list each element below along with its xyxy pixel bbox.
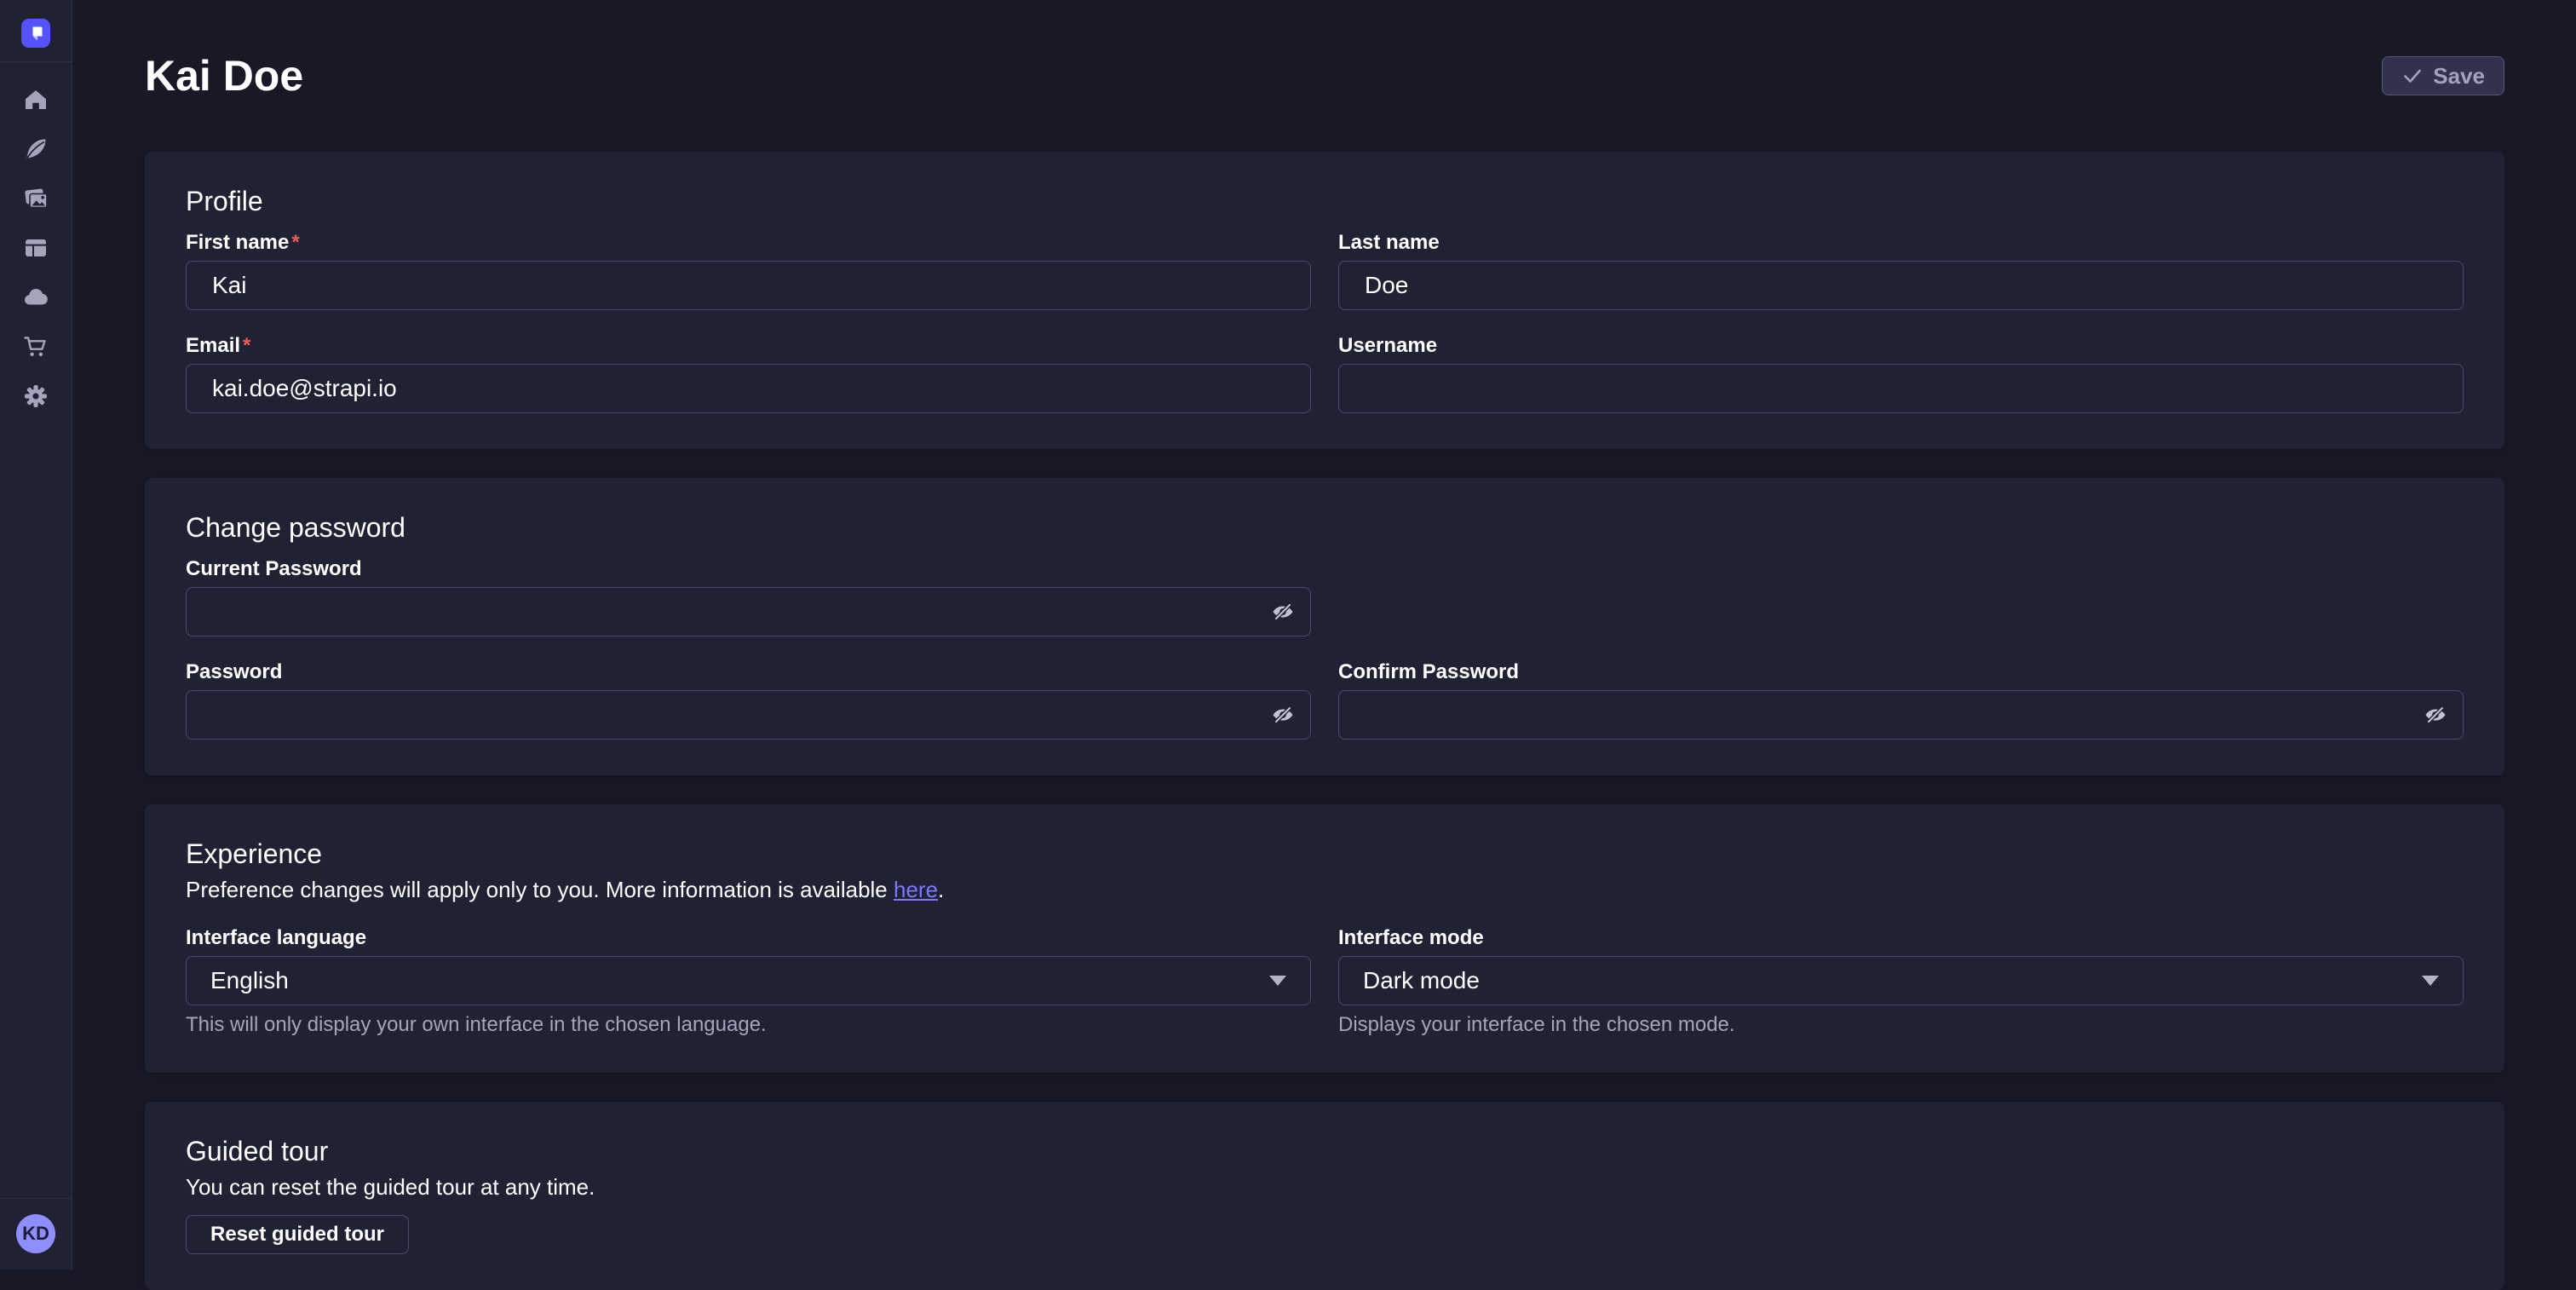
- experience-card: Experience Preference changes will apply…: [145, 804, 2504, 1073]
- sidebar-item-settings[interactable]: [22, 383, 49, 410]
- sidebar-item-cloud[interactable]: [22, 284, 49, 311]
- chevron-down-icon: [2422, 976, 2439, 986]
- email-field: Email*: [186, 334, 1311, 413]
- avatar[interactable]: KD: [16, 1214, 55, 1253]
- sidebar-item-home[interactable]: [22, 86, 49, 113]
- username-label: Username: [1338, 334, 2464, 358]
- last-name-label: Last name: [1338, 231, 2464, 255]
- interface-mode-hint: Displays your interface in the chosen mo…: [1338, 1013, 2464, 1037]
- last-name-input[interactable]: [1338, 261, 2464, 310]
- eye-off-icon: [1270, 702, 1296, 728]
- change-password-title: Change password: [186, 512, 2464, 544]
- first-name-input[interactable]: [186, 261, 1311, 310]
- confirm-password-label: Confirm Password: [1338, 660, 2464, 684]
- eye-off-icon: [2423, 702, 2448, 728]
- check-icon: [2401, 65, 2424, 87]
- save-button-label: Save: [2433, 63, 2485, 89]
- strapi-logo-icon: [28, 26, 43, 41]
- marketplace-cart-icon: [23, 334, 49, 360]
- current-password-label: Current Password: [186, 557, 1311, 581]
- main-content: Kai Doe Save Profile First name* Las: [72, 0, 2576, 1270]
- content-feather-icon: [23, 136, 49, 162]
- profile-card-title: Profile: [186, 186, 2464, 217]
- experience-title: Experience: [186, 838, 2464, 870]
- sidebar-nav: [22, 86, 49, 410]
- guided-tour-card: Guided tour You can reset the guided tou…: [145, 1102, 2504, 1290]
- experience-grid: Interface language English This will onl…: [186, 926, 2464, 1037]
- email-label: Email*: [186, 334, 1311, 358]
- content-type-builder-icon: [23, 235, 49, 261]
- avatar-initials: KD: [22, 1223, 49, 1245]
- more-information-link[interactable]: here: [894, 877, 938, 902]
- app-root: KD Kai Doe Save Profile First name*: [0, 0, 2576, 1270]
- toggle-current-password-visibility[interactable]: [1267, 596, 1299, 628]
- new-password-label: Password: [186, 660, 1311, 684]
- last-name-field: Last name: [1338, 231, 2464, 310]
- guided-tour-description: You can reset the guided tour at any tim…: [186, 1174, 2464, 1200]
- sidebar: KD: [0, 0, 72, 1270]
- current-password-field: Current Password: [186, 557, 1311, 636]
- eye-off-icon: [1270, 599, 1296, 625]
- profile-card: Profile First name* Last name Email*: [145, 152, 2504, 449]
- username-field: Username: [1338, 334, 2464, 413]
- sidebar-divider-top: [0, 61, 72, 62]
- current-password-input[interactable]: [186, 587, 1311, 636]
- page-title: Kai Doe: [145, 51, 303, 101]
- sidebar-item-content-manager[interactable]: [22, 135, 49, 163]
- email-input[interactable]: [186, 364, 1311, 413]
- confirm-password-input[interactable]: [1338, 690, 2464, 740]
- first-name-field: First name*: [186, 231, 1311, 310]
- content-area: Profile First name* Last name Email*: [145, 152, 2504, 1290]
- interface-mode-label: Interface mode: [1338, 926, 2464, 950]
- profile-grid: First name* Last name Email* Username: [186, 231, 2464, 413]
- first-name-label: First name*: [186, 231, 1311, 255]
- change-password-card: Change password Current Password: [145, 478, 2504, 775]
- guided-tour-title: Guided tour: [186, 1136, 2464, 1167]
- required-asterisk: *: [291, 231, 299, 254]
- save-button[interactable]: Save: [2382, 56, 2504, 95]
- sidebar-item-marketplace[interactable]: [22, 333, 49, 360]
- interface-language-label: Interface language: [186, 926, 1311, 950]
- home-icon: [23, 87, 49, 112]
- interface-language-hint: This will only display your own interfac…: [186, 1013, 1311, 1037]
- sidebar-item-media-library[interactable]: [22, 185, 49, 212]
- username-input[interactable]: [1338, 364, 2464, 413]
- interface-mode-select[interactable]: Dark mode: [1338, 956, 2464, 1005]
- media-library-icon: [23, 186, 49, 211]
- required-asterisk: *: [243, 334, 250, 357]
- cloud-icon: [23, 285, 49, 310]
- empty-cell: [1338, 557, 2464, 636]
- sidebar-bottom: KD: [0, 1198, 72, 1270]
- toggle-confirm-password-visibility[interactable]: [2419, 699, 2452, 731]
- reset-guided-tour-button[interactable]: Reset guided tour: [186, 1215, 409, 1254]
- page-header: Kai Doe Save: [72, 0, 2576, 101]
- chevron-down-icon: [1269, 976, 1286, 986]
- strapi-logo[interactable]: [21, 19, 50, 48]
- toggle-new-password-visibility[interactable]: [1267, 699, 1299, 731]
- interface-language-value: English: [210, 967, 289, 994]
- password-grid: Current Password: [186, 557, 2464, 740]
- confirm-password-field: Confirm Password: [1338, 660, 2464, 740]
- sidebar-divider-bottom: [0, 1198, 72, 1199]
- new-password-field: Password: [186, 660, 1311, 740]
- interface-mode-field: Interface mode Dark mode Displays your i…: [1338, 926, 2464, 1037]
- new-password-input[interactable]: [186, 690, 1311, 740]
- settings-gear-icon: [23, 383, 49, 409]
- sidebar-item-content-type-builder[interactable]: [22, 234, 49, 262]
- interface-language-field: Interface language English This will onl…: [186, 926, 1311, 1037]
- experience-description: Preference changes will apply only to yo…: [186, 877, 2464, 902]
- interface-language-select[interactable]: English: [186, 956, 1311, 1005]
- interface-mode-value: Dark mode: [1363, 967, 1480, 994]
